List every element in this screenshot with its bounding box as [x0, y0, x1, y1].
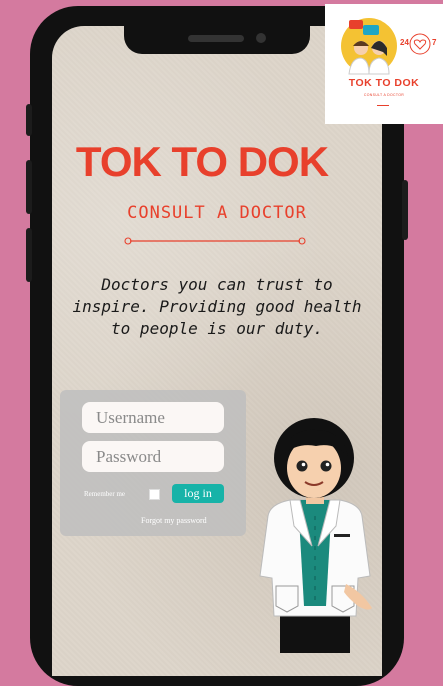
- tagline-line: to people is our duty.: [111, 319, 323, 338]
- doctor-illustration: [259, 418, 372, 653]
- app-subtitle: CONSULT A DOCTOR: [127, 203, 307, 223]
- logo-divider: [377, 105, 389, 106]
- logo-card: 24 7 TOK TO DOK CONSULT A DOCTOR: [325, 4, 443, 124]
- remember-me-label: Remember me: [84, 490, 126, 498]
- password-input[interactable]: [82, 441, 224, 472]
- tagline: Doctors you can trust to inspire. Provid…: [60, 274, 374, 340]
- phone-mute-switch: [26, 104, 32, 136]
- tagline-line: inspire. Providing good health: [72, 297, 362, 316]
- title-divider: [124, 237, 306, 245]
- logo-badge-24: 24: [400, 38, 409, 47]
- login-form: Remember me log in Forgot my password: [60, 390, 246, 536]
- tagline-line: Doctors you can trust to: [101, 275, 333, 294]
- remember-me-checkbox[interactable]: [149, 489, 160, 500]
- phone-volume-up: [26, 160, 32, 214]
- phone-speaker: [188, 35, 244, 42]
- app-title: TOK TO DOK: [75, 138, 329, 185]
- login-button[interactable]: log in: [172, 484, 224, 503]
- username-input[interactable]: [82, 402, 224, 433]
- phone-camera: [256, 33, 266, 43]
- logo-subtitle: CONSULT A DOCTOR: [363, 93, 405, 97]
- logo-name: TOK TO DOK: [348, 77, 420, 89]
- phone-volume-down: [26, 228, 32, 282]
- forgot-password-link[interactable]: Forgot my password: [141, 516, 207, 525]
- logo-doctors-icon: [341, 18, 397, 75]
- logo-badge-7: 7: [432, 38, 437, 47]
- phone-power-button: [402, 180, 408, 240]
